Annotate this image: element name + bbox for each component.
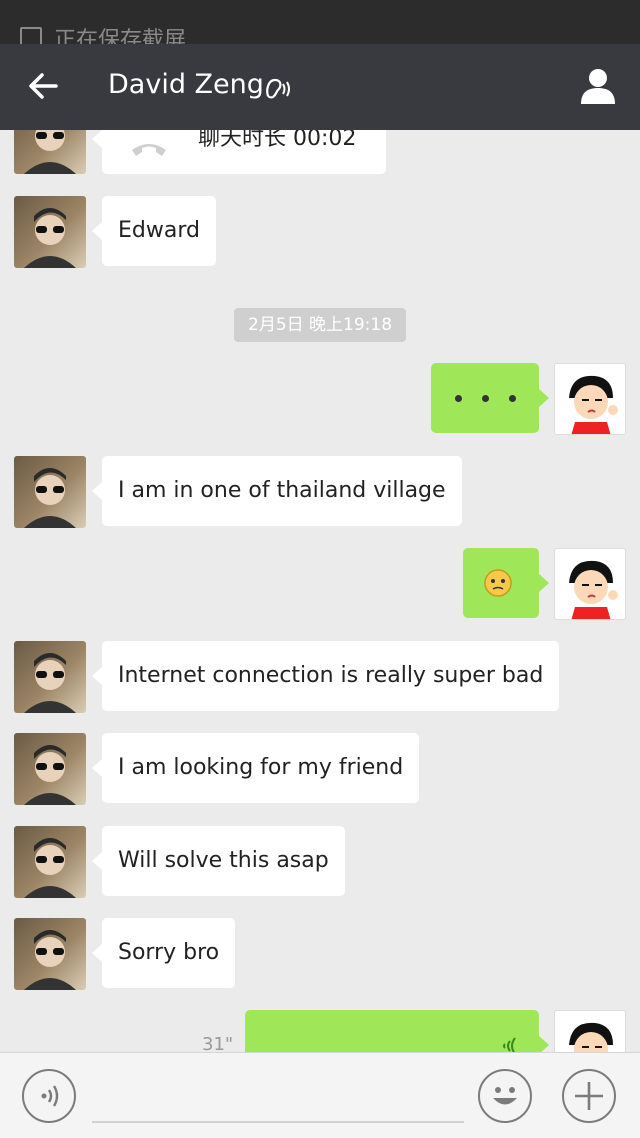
emoji-face-icon: [484, 569, 512, 597]
input-bar: [0, 1052, 640, 1138]
self-avatar[interactable]: [554, 548, 626, 620]
message-bubble[interactable]: I am looking for my friend: [91, 733, 420, 803]
message-input[interactable]: [92, 1121, 464, 1123]
sent-emoji-bubble[interactable]: [463, 548, 549, 618]
phone-icon: [132, 144, 166, 156]
more-options-button[interactable]: [562, 1069, 616, 1123]
friend-avatar[interactable]: [14, 733, 86, 805]
friend-avatar[interactable]: [14, 918, 86, 990]
message-bubble[interactable]: Sorry bro: [91, 918, 236, 988]
plus-icon: [575, 1082, 603, 1110]
chat-header: David Zeng: [0, 44, 640, 130]
chat-history[interactable]: 聊天时长 00:02 Edward 2月5日 晚上19:18 I am in o…: [0, 130, 640, 1052]
message-bubble[interactable]: Edward: [92, 196, 216, 266]
voice-mode-icon: [41, 1085, 59, 1107]
voice-mode-button[interactable]: [22, 1069, 76, 1123]
back-arrow-icon[interactable]: [26, 68, 62, 104]
voice-message-bubble[interactable]: [245, 1010, 549, 1052]
status-bar: 正在保存截屏: [0, 0, 640, 44]
emoji-icon: [493, 1087, 517, 1105]
sent-message-bubble[interactable]: [431, 363, 549, 433]
friend-avatar[interactable]: [14, 641, 86, 713]
voice-duration: 31": [202, 1034, 234, 1052]
friend-avatar[interactable]: [14, 826, 86, 898]
friend-avatar[interactable]: [14, 456, 86, 528]
message-bubble[interactable]: Will solve this asap: [92, 826, 345, 896]
voice-wave-icon: [503, 1037, 516, 1052]
self-avatar[interactable]: [554, 363, 626, 435]
message-bubble[interactable]: I am in one of thailand village: [92, 456, 462, 526]
call-duration-bubble[interactable]: 聊天时长 00:02: [92, 130, 386, 174]
self-avatar[interactable]: [554, 1010, 626, 1052]
emoji-button[interactable]: [478, 1069, 532, 1123]
message-bubble[interactable]: Internet connection is really super bad: [91, 641, 560, 711]
screenshot-icon: [20, 27, 42, 44]
ellipsis-dots: [447, 363, 523, 433]
screenshot-notice: 正在保存截屏: [20, 22, 186, 44]
screenshot-notice-text: 正在保存截屏: [54, 28, 187, 44]
friend-avatar[interactable]: [14, 130, 86, 174]
chat-title: David Zeng: [108, 69, 264, 100]
friend-avatar[interactable]: [14, 196, 86, 268]
message-timestamp: 2月5日 晚上19:18: [234, 308, 407, 342]
profile-icon[interactable]: [578, 66, 618, 106]
speaker-ear-icon: [266, 78, 290, 99]
call-duration-text: 聊天时长 00:02: [198, 130, 357, 151]
